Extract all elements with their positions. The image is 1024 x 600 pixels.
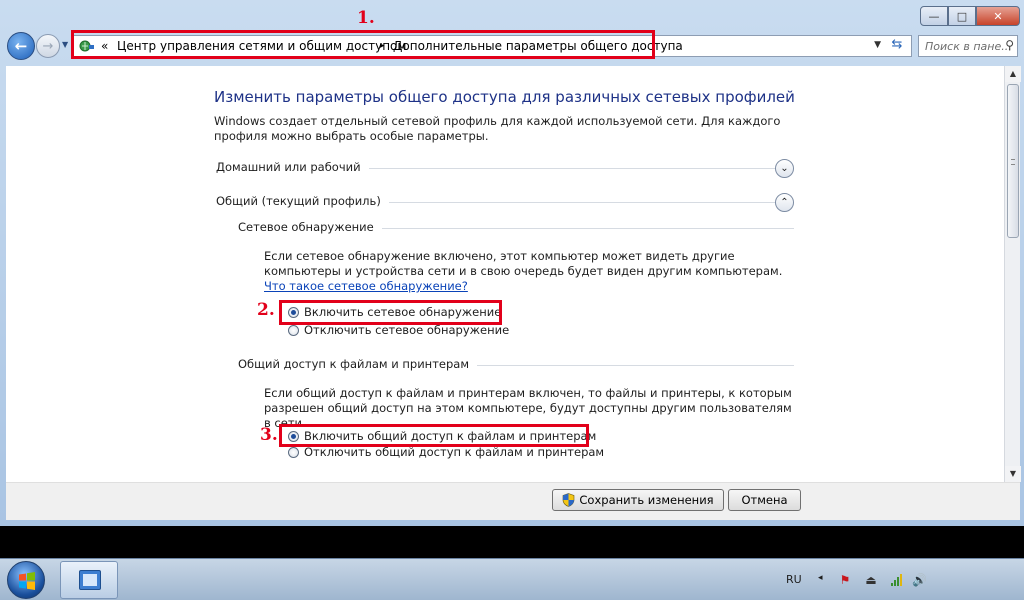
maximize-button[interactable]: □ — [948, 6, 976, 26]
forward-button[interactable]: → — [36, 34, 60, 58]
scroll-thumb[interactable] — [1007, 84, 1019, 238]
language-indicator[interactable]: RU — [786, 573, 802, 586]
discovery-description: Если сетевое обнаружение включено, этот … — [264, 249, 794, 294]
sharing-off-label[interactable]: Отключить общий доступ к файлам и принте… — [304, 445, 604, 459]
search-icon[interactable]: ⚲ — [1005, 38, 1014, 52]
discovery-description-text: Если сетевое обнаружение включено, этот … — [264, 249, 783, 278]
cancel-button[interactable]: Отмена — [728, 489, 801, 511]
page-title: Изменить параметры общего доступа для ра… — [214, 88, 795, 106]
windows-logo-icon — [19, 572, 35, 590]
profile-public-label[interactable]: Общий (текущий профиль) — [216, 194, 389, 208]
start-button[interactable] — [7, 561, 45, 599]
discovery-heading: Сетевое обнаружение — [238, 220, 382, 234]
sharing-heading-row: Общий доступ к файлам и принтерам — [238, 355, 794, 373]
usb-device-icon[interactable]: ⏏ — [864, 573, 878, 587]
control-panel-icon — [79, 570, 101, 590]
caption-buttons: — □ ✕ — [920, 6, 1020, 26]
refresh-icon[interactable]: ⇆ — [887, 37, 907, 55]
annotation-number-1: 1. — [357, 8, 375, 28]
uac-shield-icon — [562, 493, 575, 507]
content-pane: Изменить параметры общего доступа для ра… — [6, 66, 1004, 482]
expand-home-chevron-down-icon[interactable]: ⌄ — [775, 159, 794, 178]
minimize-button[interactable]: — — [920, 6, 948, 26]
discovery-heading-row: Сетевое обнаружение — [238, 218, 794, 236]
recent-pages-dropdown-icon[interactable]: ▼ — [62, 40, 68, 49]
action-center-flag-icon[interactable]: ⚑ — [838, 573, 852, 587]
profile-public-row[interactable]: Общий (текущий профиль) — [216, 192, 796, 212]
sharing-heading: Общий доступ к файлам и принтерам — [238, 357, 477, 371]
intro-text: Windows создает отдельный сетевой профил… — [214, 114, 781, 143]
back-button[interactable]: ← — [7, 32, 35, 60]
grip-icon — [1011, 159, 1015, 165]
close-button[interactable]: ✕ — [976, 6, 1020, 26]
search-box[interactable]: Поиск в пане... ⚲ — [918, 35, 1018, 57]
taskbar-control-panel-button[interactable] — [60, 561, 118, 599]
annotation-number-2: 2. — [257, 300, 275, 320]
profile-home-label[interactable]: Домашний или рабочий — [216, 160, 369, 174]
vertical-scrollbar[interactable]: ▲ ▼ — [1004, 66, 1021, 482]
network-signal-icon[interactable] — [890, 573, 904, 587]
button-bar: Сохранить изменения Отмена — [6, 482, 1020, 520]
taskbar: RU ◂ ⚑ ⏏ 🔊 — [0, 558, 1024, 600]
save-changes-button[interactable]: Сохранить изменения — [552, 489, 724, 511]
search-placeholder: Поиск в пане... — [925, 40, 1012, 53]
annotation-box-address — [71, 30, 655, 59]
volume-icon[interactable]: 🔊 — [912, 573, 927, 587]
annotation-box-discovery — [279, 300, 502, 325]
address-dropdown-icon[interactable]: ▼ — [874, 40, 881, 50]
discovery-off-radio[interactable] — [288, 324, 299, 336]
discovery-help-link[interactable]: Что такое сетевое обнаружение? — [264, 279, 468, 293]
annotation-box-sharing — [279, 424, 589, 447]
sharing-off-radio[interactable] — [288, 446, 299, 458]
scroll-down-icon[interactable]: ▼ — [1005, 466, 1021, 482]
show-hidden-icons-icon[interactable]: ◂ — [818, 573, 823, 583]
save-changes-label[interactable]: Сохранить изменения — [579, 493, 713, 507]
discovery-off-label[interactable]: Отключить сетевое обнаружение — [304, 323, 509, 337]
scroll-up-icon[interactable]: ▲ — [1005, 66, 1021, 82]
profile-home-row[interactable]: Домашний или рабочий — [216, 158, 796, 178]
annotation-number-3: 3. — [260, 425, 278, 445]
collapse-public-chevron-up-icon[interactable]: ⌃ — [775, 193, 794, 212]
